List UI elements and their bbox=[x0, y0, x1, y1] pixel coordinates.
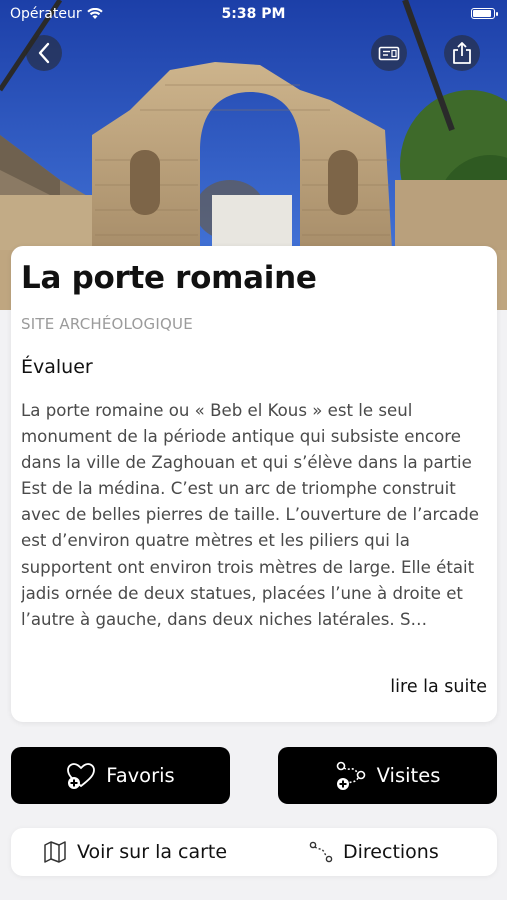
status-time: 5:38 PM bbox=[221, 6, 286, 22]
status-bar: Opérateur 5:38 PM bbox=[0, 0, 507, 28]
favorites-button[interactable]: Favoris bbox=[11, 747, 230, 804]
share-button[interactable] bbox=[444, 35, 480, 71]
read-more-link[interactable]: lire la suite bbox=[390, 677, 487, 697]
route-add-icon bbox=[336, 761, 365, 790]
heart-add-icon bbox=[67, 762, 96, 789]
favorites-label: Favoris bbox=[106, 764, 175, 787]
rate-link[interactable]: Évaluer bbox=[21, 356, 93, 378]
visits-button[interactable]: Visites bbox=[278, 747, 497, 804]
battery-icon bbox=[471, 8, 498, 19]
directions-icon bbox=[309, 841, 333, 863]
directions-button[interactable]: Directions bbox=[309, 828, 439, 876]
ticket-button[interactable] bbox=[371, 35, 407, 71]
visits-label: Visites bbox=[376, 764, 441, 787]
share-icon bbox=[453, 42, 471, 64]
view-on-map-button[interactable]: Voir sur la carte bbox=[43, 828, 227, 876]
place-info-card: La porte romaine SITE ARCHÉOLOGIQUE Éval… bbox=[11, 246, 497, 722]
ticket-icon bbox=[378, 46, 400, 61]
directions-label: Directions bbox=[343, 841, 439, 863]
view-on-map-label: Voir sur la carte bbox=[77, 841, 228, 863]
back-icon bbox=[38, 42, 50, 64]
bottom-action-bar: Voir sur la carte Directions bbox=[11, 828, 497, 876]
map-icon bbox=[44, 841, 66, 863]
place-description: La porte romaine ou « Beb el Kous » est … bbox=[21, 401, 480, 629]
place-category: SITE ARCHÉOLOGIQUE bbox=[21, 315, 193, 333]
place-title: La porte romaine bbox=[21, 260, 317, 296]
back-button[interactable] bbox=[26, 35, 62, 71]
